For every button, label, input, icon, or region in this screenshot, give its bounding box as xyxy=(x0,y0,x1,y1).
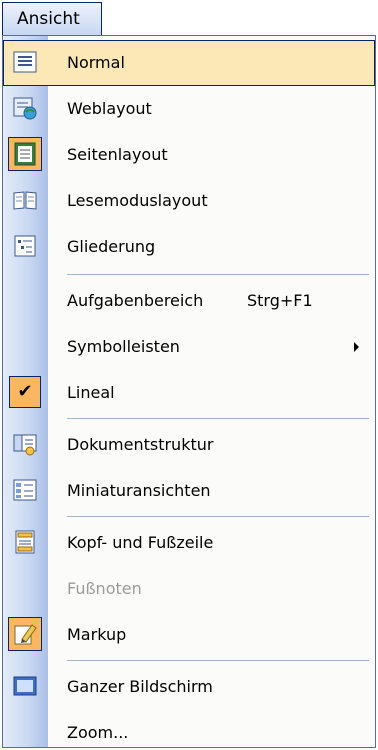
normal-view-icon xyxy=(12,49,38,75)
submenu-arrow-icon xyxy=(354,342,359,352)
header-footer-icon xyxy=(12,529,38,555)
full-screen-icon xyxy=(12,673,38,699)
menu-item-normal[interactable]: Normal xyxy=(3,40,375,86)
menu-separator xyxy=(67,274,369,275)
menu-item-label: Zoom... xyxy=(67,723,129,742)
menu-ansicht[interactable]: Ansicht xyxy=(2,2,102,36)
document-map-icon xyxy=(12,431,38,457)
menu-item-ganzer-bildschirm[interactable]: Ganzer Bildschirm xyxy=(3,664,375,710)
menu-item-label: Lineal xyxy=(67,383,115,402)
menu-item-gliederung[interactable]: Gliederung xyxy=(3,224,375,270)
menu-item-label: Markup xyxy=(67,625,127,644)
menu-item-aufgabenbereich[interactable]: Aufgabenbereich Strg+F1 xyxy=(3,278,375,324)
ansicht-dropdown-menu: Normal Weblayout Seitenlayout Lesemodusl… xyxy=(2,35,376,748)
outline-icon xyxy=(12,233,38,259)
menu-item-label: Dokumentstruktur xyxy=(67,435,214,454)
menu-separator xyxy=(67,660,369,661)
menu-item-seitenlayout[interactable]: Seitenlayout xyxy=(3,132,375,178)
reading-mode-icon xyxy=(12,187,38,213)
menu-item-label: Normal xyxy=(67,53,125,72)
menu-separator xyxy=(67,516,369,517)
thumbnails-icon xyxy=(12,477,38,503)
markup-icon xyxy=(12,621,38,647)
menu-item-shortcut: Strg+F1 xyxy=(247,291,313,310)
menu-item-label: Aufgabenbereich xyxy=(67,291,204,310)
menu-item-label: Weblayout xyxy=(67,99,152,118)
menu-item-label: Lesemoduslayout xyxy=(67,191,208,210)
page-layout-icon xyxy=(12,141,38,167)
menu-item-symbolleisten[interactable]: Symbolleisten xyxy=(3,324,375,370)
menu-item-label: Ganzer Bildschirm xyxy=(67,677,213,696)
menu-item-label: Fußnoten xyxy=(67,579,142,598)
menu-separator xyxy=(67,418,369,419)
web-layout-icon xyxy=(12,95,38,121)
menu-item-label: Miniaturansichten xyxy=(67,481,211,500)
menu-item-lesemoduslayout[interactable]: Lesemoduslayout xyxy=(3,178,375,224)
menu-item-label: Seitenlayout xyxy=(67,145,168,164)
menu-item-weblayout[interactable]: Weblayout xyxy=(3,86,375,132)
menu-item-label: Gliederung xyxy=(67,237,156,256)
menu-item-kopf-und-fusszeile[interactable]: Kopf- und Fußzeile xyxy=(3,520,375,566)
menu-item-label: Symbolleisten xyxy=(67,337,180,356)
menu-item-lineal[interactable]: ✔ Lineal xyxy=(3,370,375,416)
menu-bar: Ansicht xyxy=(0,0,378,36)
menu-item-miniaturansichten[interactable]: Miniaturansichten xyxy=(3,468,375,514)
menu-item-dokumentstruktur[interactable]: Dokumentstruktur xyxy=(3,422,375,468)
menu-item-markup[interactable]: Markup xyxy=(3,612,375,658)
checkmark-icon: ✔ xyxy=(9,376,41,408)
menu-item-label: Kopf- und Fußzeile xyxy=(67,533,214,552)
menu-item-fussnoten[interactable]: Fußnoten xyxy=(3,566,375,612)
menu-item-zoom[interactable]: Zoom... xyxy=(3,710,375,747)
menu-ansicht-label: Ansicht xyxy=(17,9,80,29)
